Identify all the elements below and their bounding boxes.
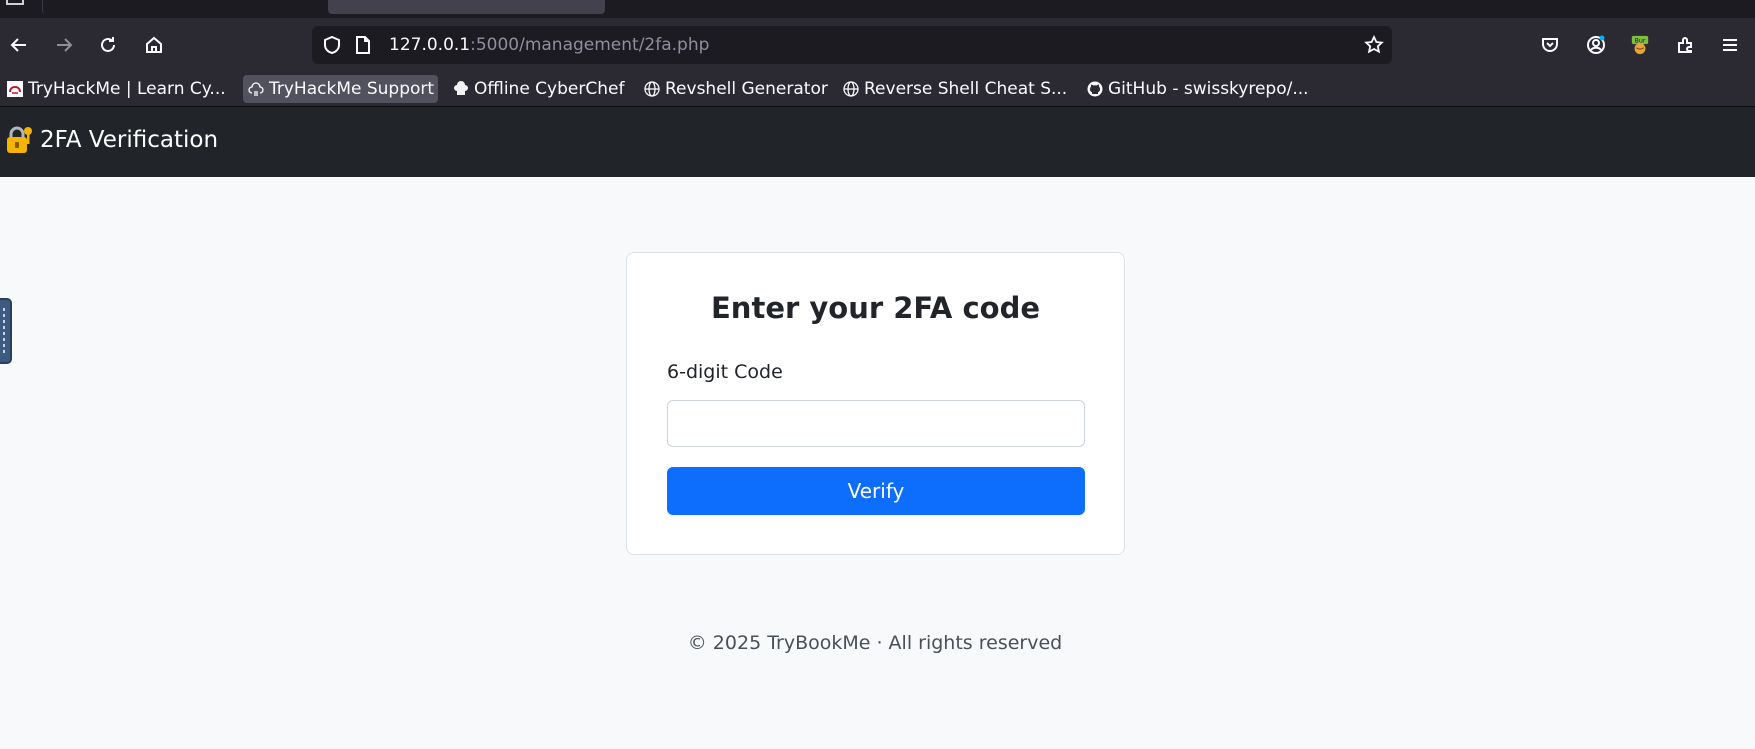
forward-arrow-icon[interactable] [50, 31, 78, 59]
lock-with-key-icon [4, 125, 34, 155]
url-text[interactable]: 127.0.0.1:5000/management/2fa.php [389, 35, 709, 55]
reload-icon[interactable] [94, 31, 122, 59]
tracking-protection-shield-icon[interactable] [322, 35, 342, 59]
card-title: Enter your 2FA code [711, 291, 1040, 325]
bookmark-offline-cyberchef[interactable]: Offline CyberChef [448, 75, 628, 103]
code-field-label: 6-digit Code [667, 361, 783, 383]
code-input[interactable] [667, 400, 1085, 447]
extensions-puzzle-icon[interactable] [1671, 31, 1699, 59]
account-icon[interactable] [1582, 31, 1610, 59]
globe-icon [643, 80, 661, 98]
brand-title: 2FA Verification [40, 127, 219, 153]
navbar-brand[interactable]: 2FA Verification [4, 125, 218, 155]
address-bar[interactable]: 127.0.0.1:5000/management/2fa.php [312, 26, 1392, 64]
tab-inactive[interactable] [42, 0, 292, 14]
hamburger-menu-icon[interactable] [1716, 31, 1744, 59]
tryhackme-icon [6, 80, 24, 98]
chef-hat-icon [452, 80, 470, 98]
side-panel-handle[interactable] [0, 298, 12, 364]
support-cloud-icon [247, 80, 265, 98]
verify-button[interactable]: Verify [667, 467, 1085, 515]
burp-extension-icon[interactable]: Bur [1626, 31, 1654, 59]
bookmark-github-swisskyrepo[interactable]: GitHub - swisskyrepo/... [1082, 75, 1313, 103]
page-info-icon[interactable] [354, 35, 372, 59]
back-arrow-icon[interactable] [5, 31, 33, 59]
bookmarks-toolbar: TryHackMe | Learn Cy... TryHackMe Suppor… [0, 72, 1755, 107]
bookmark-star-icon[interactable] [1364, 34, 1384, 59]
page-footer: © 2025 TryBookMe · All rights reserved [687, 632, 1063, 654]
site-navbar: 2FA Verification [0, 107, 1755, 177]
twofa-card: Enter your 2FA code 6-digit Code Verify [626, 252, 1125, 555]
home-icon[interactable] [140, 31, 168, 59]
bookmark-revshell-generator[interactable]: Revshell Generator [639, 75, 832, 103]
pocket-icon[interactable] [1536, 31, 1564, 59]
browser-toolbar: 127.0.0.1:5000/management/2fa.php Bur [0, 18, 1755, 72]
bookmark-reverse-shell-cheat-sheet[interactable]: Reverse Shell Cheat S... [838, 75, 1071, 103]
tab-strip [0, 0, 1755, 18]
github-icon [1086, 80, 1104, 98]
globe-icon [842, 80, 860, 98]
bookmark-tryhackme[interactable]: TryHackMe | Learn Cy... [2, 75, 230, 103]
tab-list-icon[interactable] [6, 0, 24, 5]
tab-active[interactable] [328, 0, 605, 14]
bookmark-tryhackme-support[interactable]: TryHackMe Support [243, 75, 439, 103]
